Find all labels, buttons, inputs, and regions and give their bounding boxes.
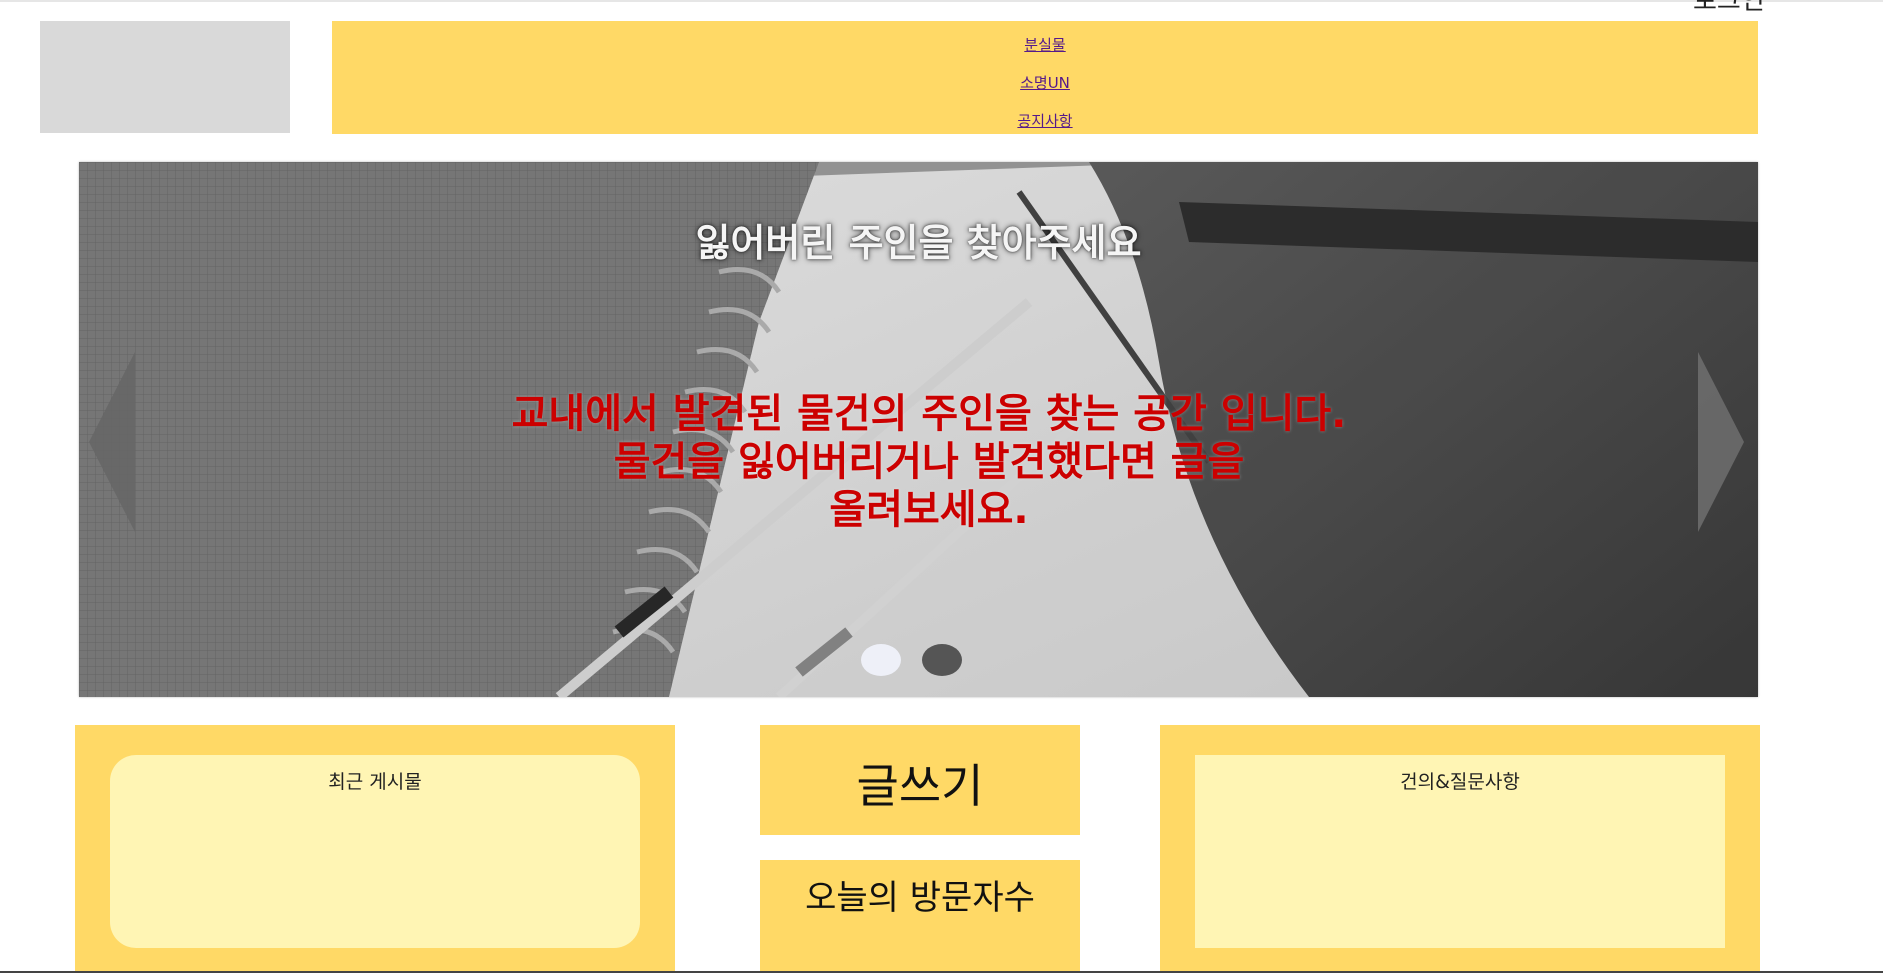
suggestions-panel: 건의&질문사항 — [1160, 725, 1760, 973]
nav-link-somyung-un[interactable]: 소명UN — [332, 74, 1758, 92]
hero-description-line: 교내에서 발견된 물건의 주인을 찾는 공간 입니다. — [511, 391, 1347, 437]
main-nav: 분실물 소명UN 공지사항 — [332, 21, 1758, 134]
login-link[interactable]: 로그인 — [1693, 0, 1765, 16]
carousel-dot-1[interactable] — [861, 644, 901, 676]
top-divider — [0, 0, 1883, 2]
carousel-next-button[interactable] — [1698, 352, 1744, 532]
write-post-button[interactable]: 글쓰기 — [760, 725, 1080, 835]
visitor-count-label: 오늘의 방문자수 — [805, 878, 1035, 918]
visitor-count-panel: 오늘의 방문자수 — [760, 860, 1080, 973]
hero-description-line: 올려보세요. — [829, 487, 1029, 533]
hero-description-line: 물건을 잃어버리거나 발견했다면 글을 — [613, 439, 1245, 485]
nav-link-notices[interactable]: 공지사항 — [332, 112, 1758, 130]
suggestions-box: 건의&질문사항 — [1195, 755, 1725, 948]
write-post-label: 글쓰기 — [856, 759, 984, 813]
carousel-prev-button[interactable] — [89, 352, 135, 532]
hero-description: 교내에서 발견된 물건의 주인을 찾는 공간 입니다. 물건을 잃어버리거나 발… — [389, 390, 1469, 534]
chevron-right-icon — [1698, 352, 1744, 532]
recent-posts-box: 최근 게시물 — [110, 755, 640, 948]
hero-carousel: 잃어버린 주인을 찾아주세요 교내에서 발견된 물건의 주인을 찾는 공간 입니… — [79, 162, 1758, 697]
hero-title: 잃어버린 주인을 찾아주세요 — [695, 220, 1142, 265]
recent-posts-title: 최근 게시물 — [328, 771, 422, 793]
nav-link-lost-items[interactable]: 분실물 — [332, 36, 1758, 54]
page: 로그인 분실물 소명UN 공지사항 잃어버린 주인을 찾아주세요 교내에서 발견… — [0, 0, 1883, 973]
carousel-dot-2[interactable] — [922, 644, 962, 676]
suggestions-title: 건의&질문사항 — [1400, 771, 1520, 793]
recent-posts-panel: 최근 게시물 — [75, 725, 675, 973]
logo-placeholder[interactable] — [40, 21, 290, 133]
chevron-left-icon — [89, 352, 135, 532]
